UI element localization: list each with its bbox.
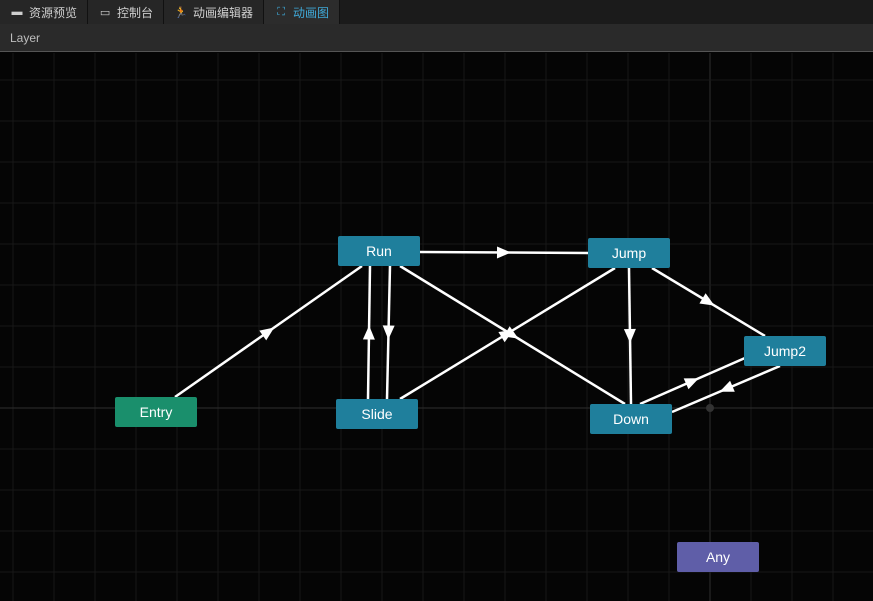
state-any[interactable]: Any <box>677 542 759 572</box>
transition-arrow-icon <box>699 293 715 306</box>
transition-arrow-icon <box>362 325 375 340</box>
terminal-icon: ▭ <box>99 6 111 19</box>
graph-icon: ⛶ <box>277 5 285 18</box>
transition-arrow-icon <box>719 380 735 392</box>
transition-arrow-icon <box>259 327 275 341</box>
running-man-icon: 🏃 <box>174 6 188 19</box>
folder-icon: ▬ <box>11 6 23 18</box>
state-slide[interactable]: Slide <box>336 399 418 429</box>
tab-animation-editor[interactable]: 🏃 动画编辑器 <box>164 0 265 24</box>
transition-arrow-icon <box>496 246 511 259</box>
tab-animation-graph[interactable]: ⛶ 动画图 <box>264 0 341 24</box>
state-down[interactable]: Down <box>590 404 672 434</box>
state-jump2[interactable]: Jump2 <box>744 336 826 366</box>
state-jump[interactable]: Jump <box>588 238 670 268</box>
layer-bar[interactable]: Layer <box>0 24 873 52</box>
transition-arrow-icon <box>683 378 699 390</box>
transitions <box>174 246 781 414</box>
transition-arrow-icon <box>382 325 395 340</box>
graph-canvas[interactable]: Run Jump Jump2 Entry Slide Down Any <box>0 53 873 601</box>
state-run[interactable]: Run <box>338 236 420 266</box>
tab-console[interactable]: ▭ 控制台 <box>88 0 165 24</box>
tab-asset-preview[interactable]: ▬ 资源预览 <box>0 0 89 24</box>
transition-arrow-icon <box>623 328 636 343</box>
state-entry[interactable]: Entry <box>115 397 197 427</box>
panel-tabs: ▬ 资源预览 ▭ 控制台 🏃 动画编辑器 ⛶ 动画图 <box>0 0 873 24</box>
